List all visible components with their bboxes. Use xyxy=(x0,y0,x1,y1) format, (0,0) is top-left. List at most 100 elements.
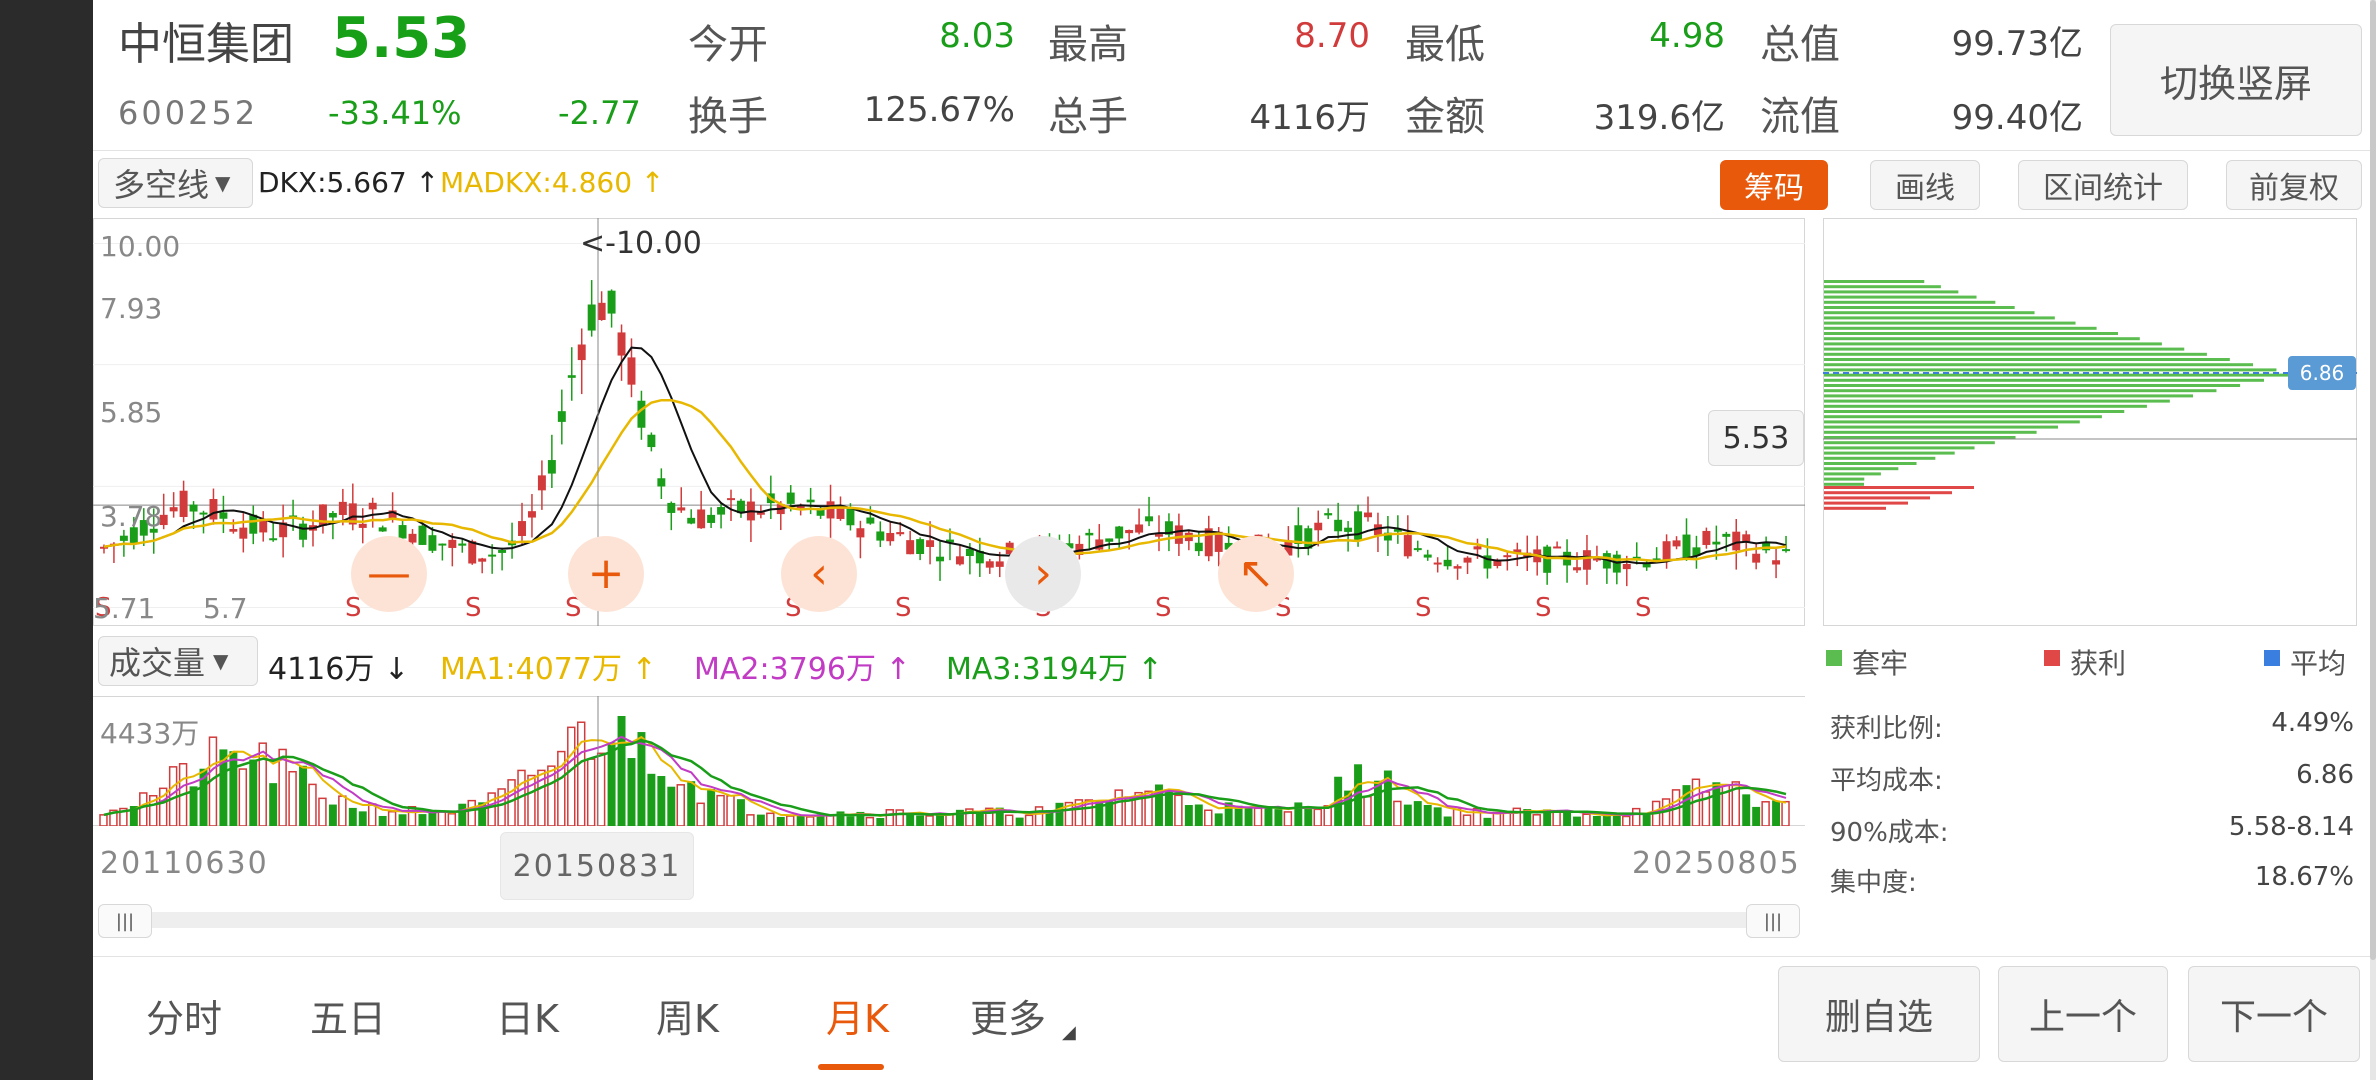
chip-bar-profit xyxy=(1824,506,1886,510)
chip-bar-trapped xyxy=(1824,311,2035,315)
volume-bar xyxy=(249,759,258,826)
total-cap-label: 总值 xyxy=(1760,22,1840,68)
candle-body xyxy=(856,528,865,538)
candle-body xyxy=(547,460,556,474)
volume-bar xyxy=(428,811,437,826)
volume-bar xyxy=(387,810,397,826)
page-scrollbar-thumb[interactable] xyxy=(2370,0,2376,960)
chip-bar-trapped xyxy=(1824,467,1899,471)
tab-daily-k[interactable]: 日K xyxy=(496,988,559,1043)
chevron-left-icon: ‹ xyxy=(810,548,828,599)
tab-intraday[interactable]: 分时 xyxy=(146,988,222,1043)
candle-body xyxy=(1453,566,1462,569)
volume-bar xyxy=(1492,811,1502,826)
candle-body xyxy=(1443,559,1452,567)
chip-bar-trapped xyxy=(1824,482,1864,486)
more-triangle-icon: ◢ xyxy=(1062,1022,1076,1043)
volume-bar xyxy=(945,813,954,826)
candle-body xyxy=(209,499,218,520)
tab-weekly-k[interactable]: 周K xyxy=(656,988,719,1043)
low-price-marker: 5.7 xyxy=(203,592,248,625)
volume-bar xyxy=(1413,801,1422,826)
candle-body xyxy=(876,531,885,541)
draw-line-button[interactable]: 画线 xyxy=(1870,160,1980,210)
volume-bar xyxy=(299,765,308,826)
chip-bar-profit xyxy=(1824,496,1930,500)
next-stock-button[interactable]: 下一个 xyxy=(2188,966,2360,1062)
chip-bar-trapped xyxy=(1824,472,1881,476)
candle-body xyxy=(269,538,278,541)
volume-bar xyxy=(398,814,407,826)
range-stats-button[interactable]: 区间统计 xyxy=(2018,160,2188,210)
candle-body xyxy=(1413,548,1422,551)
candle-body xyxy=(557,411,566,422)
candle-body xyxy=(1174,525,1183,544)
indicator-select-label: 多空线 xyxy=(113,166,210,204)
previous-stock-button[interactable]: 上一个 xyxy=(1998,966,2168,1062)
volume-chart[interactable] xyxy=(93,696,1805,826)
volume-bar xyxy=(906,815,915,826)
chip-bar-profit xyxy=(1824,501,1908,505)
volume-bar xyxy=(1264,806,1273,826)
chip-bar-trapped xyxy=(1824,342,2162,346)
chip-bar-trapped xyxy=(1824,358,2230,361)
chip-button[interactable]: 筹码 xyxy=(1720,160,1828,210)
tab-more[interactable]: 更多 xyxy=(970,988,1046,1043)
candle-body xyxy=(597,302,606,321)
volume-indicator-select[interactable]: 成交量 ▼ xyxy=(98,636,258,686)
s-signal-marker: S xyxy=(895,593,912,623)
low-value: 4.98 xyxy=(1649,16,1725,56)
candle-body xyxy=(1433,562,1442,565)
volume-bar xyxy=(467,799,476,826)
volume-bar xyxy=(657,776,666,826)
volume-bar xyxy=(617,716,626,826)
remove-watchlist-button[interactable]: 删自选 xyxy=(1778,966,1980,1062)
tabs-divider xyxy=(93,956,2370,957)
dkx-value: DKX:5.667 ↑ xyxy=(258,166,440,199)
volume-bar xyxy=(358,811,367,826)
switch-portrait-button[interactable]: 切换竖屏 xyxy=(2110,24,2362,136)
candle-body xyxy=(1403,535,1412,557)
range-slider-track[interactable] xyxy=(118,912,1768,928)
price-axis-label-3: 5.85 xyxy=(100,396,163,429)
chip-bar-trapped xyxy=(1824,368,2277,372)
chip-bar-trapped xyxy=(1824,415,2102,419)
candle-body xyxy=(1085,532,1094,536)
candle-body xyxy=(408,533,417,543)
candle-body xyxy=(1354,511,1363,541)
candle-body xyxy=(567,375,576,378)
volume-bar xyxy=(1433,807,1442,826)
volume-bar xyxy=(447,812,457,826)
candle-body xyxy=(1145,516,1154,522)
profit-ratio-label: 获利比例: xyxy=(1830,714,1943,744)
volume-bar xyxy=(1502,812,1512,826)
candle-body xyxy=(398,525,407,539)
s-signal-marker: S xyxy=(465,593,482,623)
candle-body xyxy=(647,434,656,448)
s-signal-marker: S xyxy=(345,593,362,623)
candle-body xyxy=(1682,534,1691,560)
chip-bar-trapped xyxy=(1824,300,1996,304)
candle-body xyxy=(886,532,895,542)
candle-body xyxy=(1752,553,1761,563)
candle-body xyxy=(926,540,935,547)
forward-adjust-button[interactable]: 前复权 xyxy=(2226,160,2362,210)
candle-body xyxy=(478,558,487,562)
volume-bar xyxy=(1253,807,1263,826)
volume-bar xyxy=(1582,813,1591,826)
tab-monthly-k[interactable]: 月K xyxy=(826,988,889,1043)
candle-body xyxy=(627,357,636,385)
indicator-select[interactable]: 多空线 ▼ xyxy=(98,158,253,208)
stock-price: 5.53 xyxy=(332,6,471,71)
range-slider-left-handle[interactable]: ||| xyxy=(98,904,152,938)
candle-body xyxy=(1662,541,1671,561)
turnover-label: 换手 xyxy=(688,94,768,140)
volume-bar xyxy=(1304,808,1313,826)
candle-body xyxy=(667,502,676,513)
candle-body xyxy=(1732,531,1741,551)
page-scrollbar[interactable] xyxy=(2370,0,2376,1080)
volume-ma3: MA3:3194万 ↑ xyxy=(946,652,1163,687)
tab-five-day[interactable]: 五日 xyxy=(310,988,386,1043)
range-slider-right-handle[interactable]: ||| xyxy=(1746,904,1800,938)
price-chart[interactable]: SSSSSSSSSSSS—+‹›↖ xyxy=(93,218,1805,626)
